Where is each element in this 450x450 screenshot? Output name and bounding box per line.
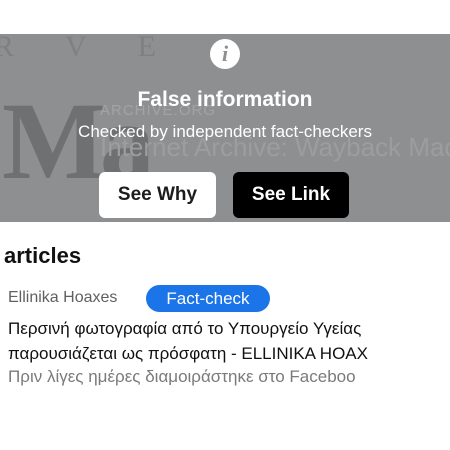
warning-subtitle: Checked by independent fact-checkers	[78, 122, 372, 141]
section-title: articles	[4, 243, 82, 268]
article-snippet: Πριν λίγες ημέρες διαμοιράστηκε στο Face…	[8, 367, 356, 386]
article-headline-line-1: Περσινή φωτογραφία από το Υπουργείο Υγεί…	[8, 319, 362, 338]
article-source[interactable]: Ellinika Hoaxes	[8, 289, 117, 307]
info-icon-glyph: i	[221, 41, 229, 66]
see-why-button[interactable]: See Why	[99, 172, 216, 218]
background-preview-letters: R V E	[0, 34, 178, 63]
see-link-button[interactable]: See Link	[233, 172, 349, 218]
article-headline[interactable]: Περσινή φωτογραφία από το Υπουργείο Υγεί…	[8, 316, 450, 366]
warning-title: False information	[137, 88, 313, 111]
article-headline-line-2: παρουσιάζεται ως πρόσφατη - ELLINIKA HOA…	[8, 344, 368, 363]
info-icon: i	[210, 39, 240, 69]
fact-check-badge[interactable]: Fact-check	[146, 285, 270, 312]
false-information-overlay: R V E Ma ARCHIVE.ORG Internet Archive: W…	[0, 34, 450, 222]
